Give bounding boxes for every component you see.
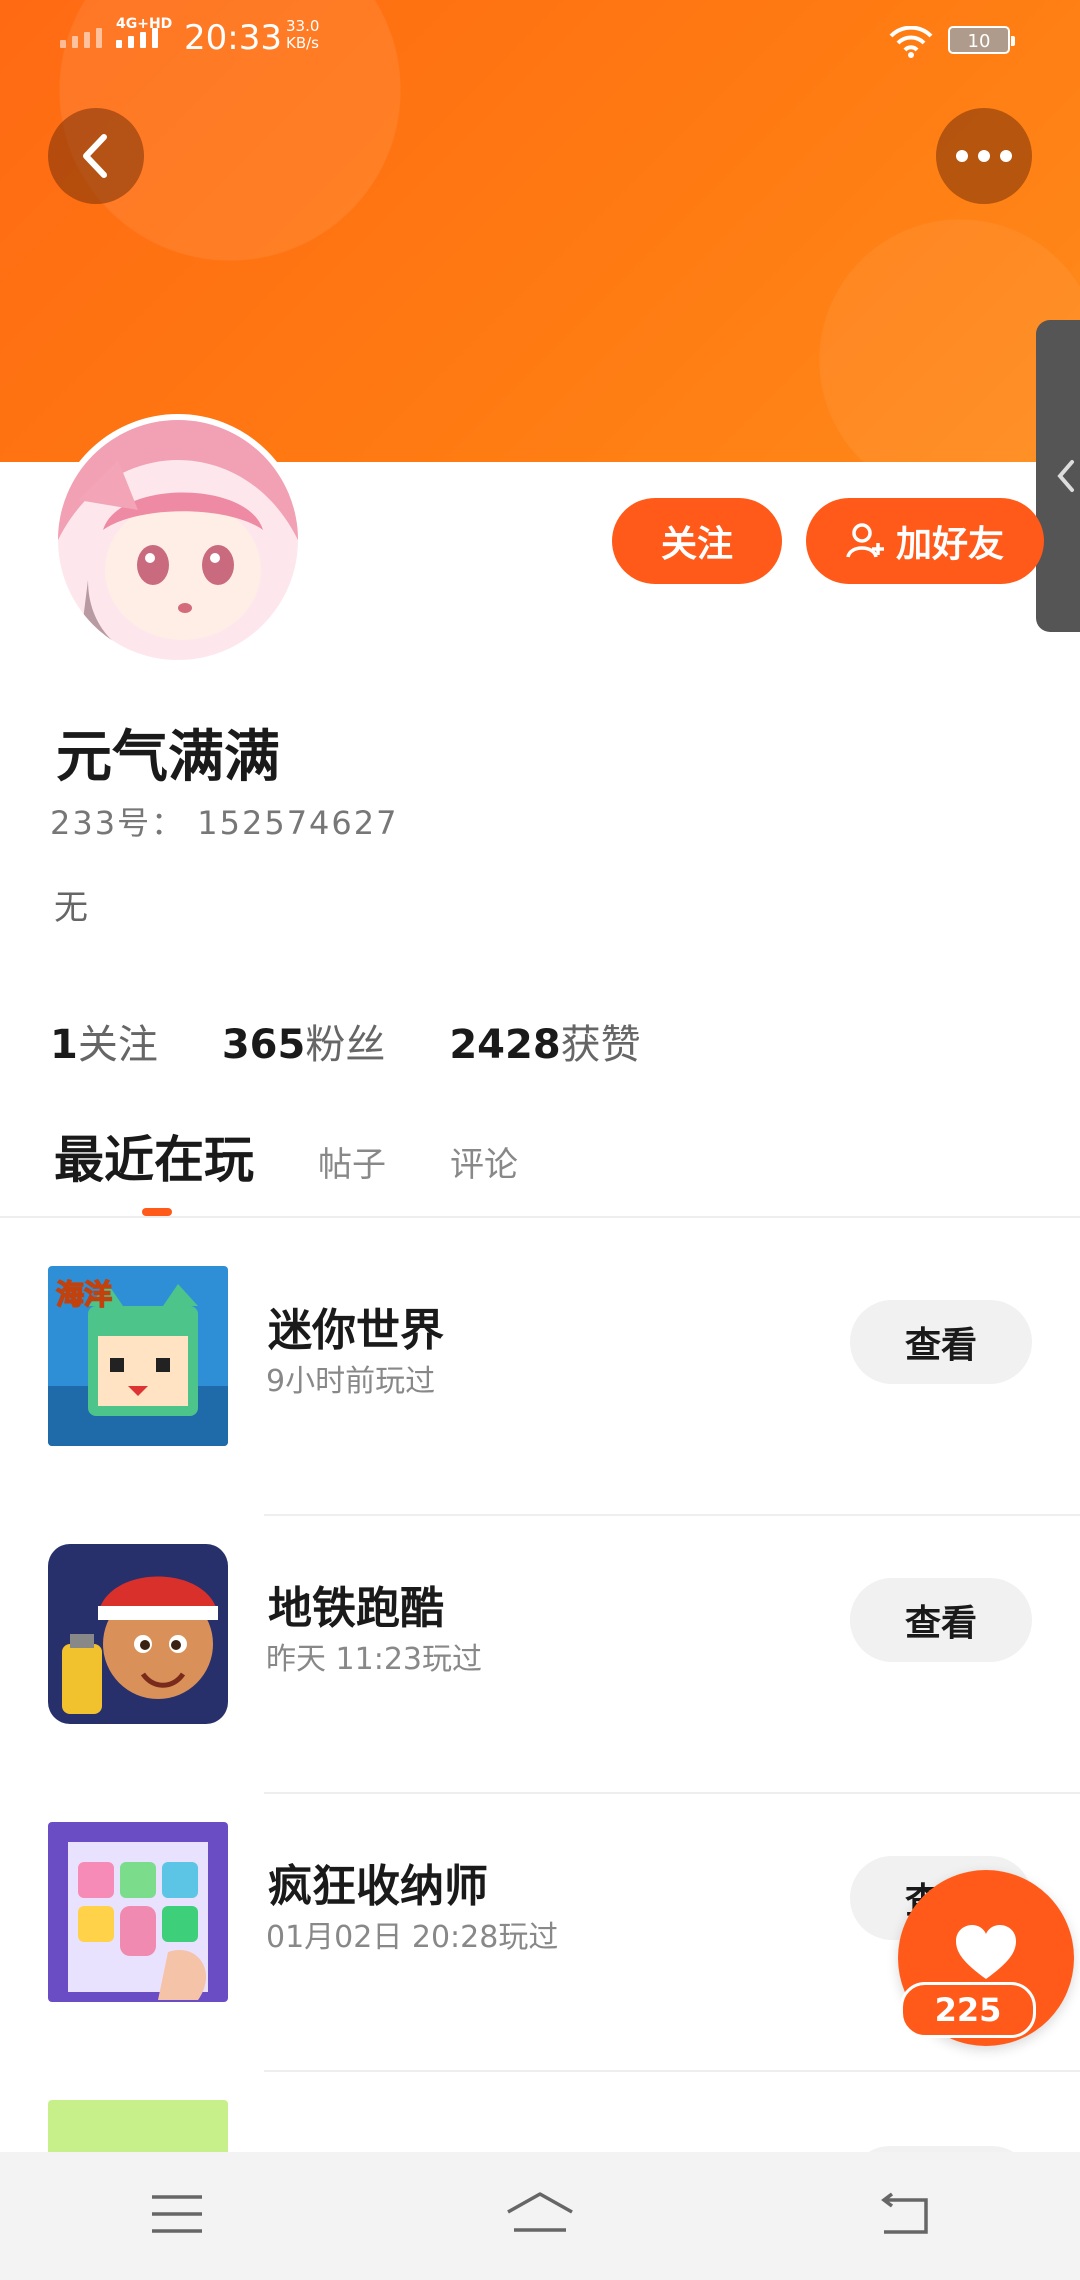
likes-count: 2428 bbox=[449, 1022, 561, 1068]
network-speed: 33.0 KB/s bbox=[286, 18, 319, 52]
tab-posts[interactable]: 帖子 bbox=[318, 1137, 386, 1192]
game-name: 迷你世界 bbox=[268, 1305, 444, 1356]
profile-stats: 1关注 365粉丝 2428获赞 bbox=[50, 1012, 641, 1070]
like-count: 225 bbox=[900, 1982, 1036, 2038]
view-game-button[interactable]: 查看 bbox=[850, 1578, 1032, 1662]
stat-fans[interactable]: 365粉丝 bbox=[222, 1012, 386, 1070]
system-navigation-bar bbox=[0, 2152, 1080, 2280]
home-icon bbox=[507, 2192, 573, 2232]
username: 元气满满 bbox=[56, 725, 280, 790]
game-name: 疯狂收纳师 bbox=[268, 1861, 488, 1912]
status-bar: 4G+HD 20:33 33.0 KB/s 10 bbox=[0, 0, 1080, 80]
game-list-item[interactable]: 海洋 迷你世界 9小时前玩过 查看 bbox=[0, 1238, 1080, 1516]
wifi-icon bbox=[888, 25, 934, 62]
subway-surfers-icon[interactable] bbox=[48, 1544, 228, 1724]
clock: 20:33 bbox=[184, 18, 282, 58]
signal-icon bbox=[60, 28, 102, 48]
content-tabs: 最近在玩 帖子 评论 bbox=[54, 1120, 518, 1192]
user-bio: 无 bbox=[54, 888, 88, 928]
view-game-button[interactable]: 查看 bbox=[850, 1300, 1032, 1384]
tabs-divider bbox=[0, 1216, 1080, 1218]
last-played-time: 昨天 11:23玩过 bbox=[266, 1642, 482, 1677]
avatar[interactable] bbox=[52, 414, 304, 666]
menu-button[interactable] bbox=[150, 2193, 204, 2239]
stat-likes[interactable]: 2428获赞 bbox=[449, 1012, 640, 1070]
game-icon-partial bbox=[48, 2100, 228, 2152]
chevron-left-icon bbox=[1057, 460, 1074, 492]
return-icon bbox=[881, 2192, 928, 2234]
add-friend-button[interactable]: 加好友 bbox=[806, 498, 1044, 584]
following-label: 关注 bbox=[77, 1022, 158, 1068]
battery-indicator: 10 bbox=[948, 26, 1015, 54]
back-button[interactable] bbox=[48, 108, 144, 204]
follow-button[interactable]: 关注 bbox=[612, 498, 782, 584]
game-list-item[interactable] bbox=[0, 2072, 1080, 2152]
likes-label: 获赞 bbox=[560, 1022, 641, 1068]
last-played-time: 9小时前玩过 bbox=[266, 1364, 436, 1399]
more-options-button[interactable] bbox=[936, 108, 1032, 204]
signal-icon bbox=[116, 28, 158, 48]
storage-master-icon[interactable] bbox=[48, 1822, 228, 2002]
add-friend-label: 加好友 bbox=[895, 524, 1004, 565]
mini-world-icon[interactable]: 海洋 bbox=[48, 1266, 228, 1446]
network-speed-unit: KB/s bbox=[286, 34, 319, 52]
network-speed-value: 33.0 bbox=[286, 17, 320, 35]
stat-following[interactable]: 1关注 bbox=[50, 1012, 158, 1070]
home-button[interactable] bbox=[504, 2190, 576, 2242]
game-icon-badge: 海洋 bbox=[56, 1278, 112, 1311]
tab-active-indicator bbox=[142, 1208, 172, 1216]
anime-girl-avatar-image bbox=[58, 420, 298, 660]
game-name: 地铁跑酷 bbox=[268, 1583, 444, 1634]
fans-label: 粉丝 bbox=[305, 1022, 386, 1068]
menu-icon bbox=[152, 2195, 202, 2233]
more-dots-icon bbox=[956, 150, 1012, 162]
last-played-time: 01月02日 20:28玩过 bbox=[266, 1920, 559, 1955]
back-nav-button[interactable] bbox=[876, 2192, 930, 2240]
following-count: 1 bbox=[50, 1022, 78, 1068]
game-list-item[interactable]: 地铁跑酷 昨天 11:23玩过 查看 bbox=[0, 1516, 1080, 1794]
user-id[interactable]: 233号： 152574627 bbox=[50, 798, 399, 844]
back-arrow-icon bbox=[83, 134, 107, 178]
side-drawer-handle[interactable] bbox=[1036, 320, 1080, 632]
add-user-icon bbox=[846, 523, 884, 558]
fans-count: 365 bbox=[221, 1022, 306, 1068]
tab-comments[interactable]: 评论 bbox=[450, 1137, 518, 1192]
tab-recently-played[interactable]: 最近在玩 bbox=[54, 1120, 254, 1192]
heart-icon bbox=[956, 1925, 1016, 1979]
